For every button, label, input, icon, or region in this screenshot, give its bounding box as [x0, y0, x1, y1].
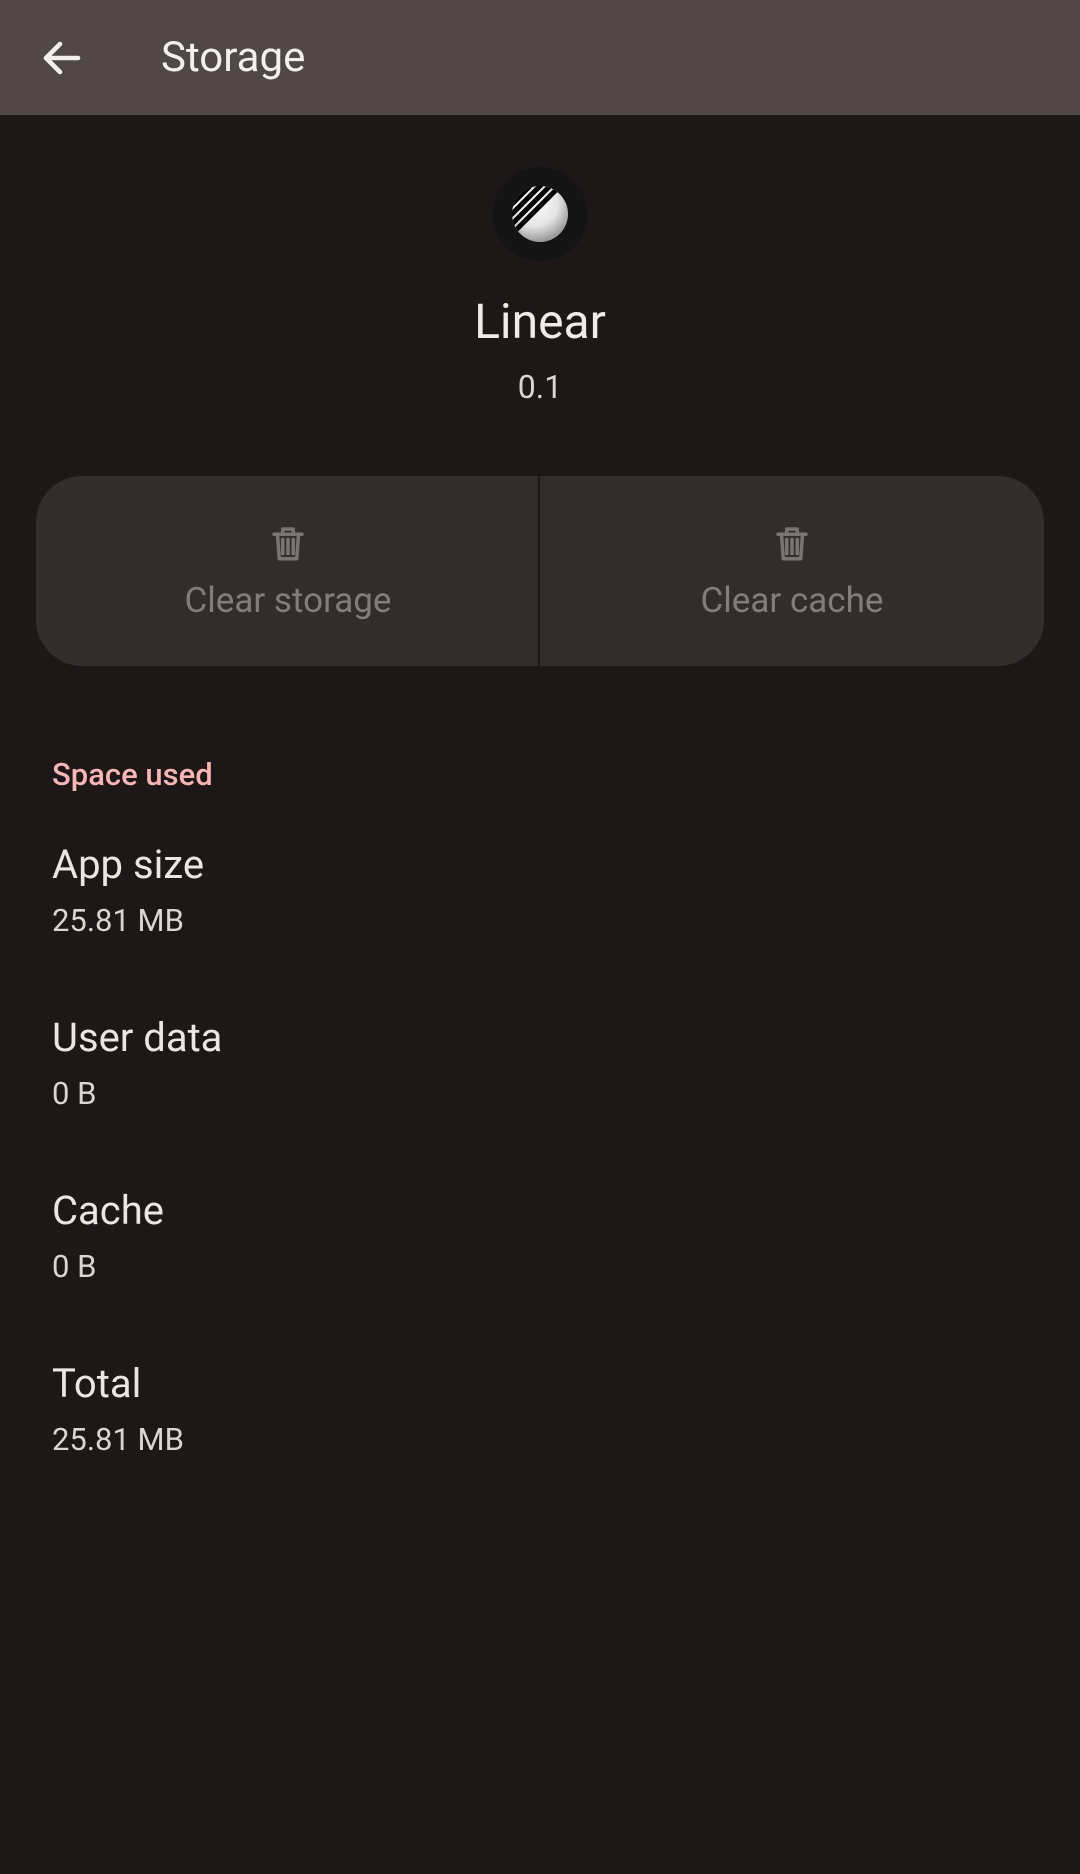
clear-cache-button[interactable]: Clear cache: [540, 476, 1044, 666]
list-item-total: Total 25.81 MB: [0, 1285, 1080, 1458]
list-item-value: 25.81 MB: [52, 1421, 1028, 1458]
list-item-user-data: User data 0 B: [0, 939, 1080, 1112]
app-version: 0.1: [518, 368, 562, 406]
action-buttons-row: Clear storage Clear cache: [36, 476, 1044, 666]
back-arrow-icon[interactable]: [38, 34, 86, 82]
list-item-title: Cache: [52, 1187, 1028, 1234]
trash-icon: [771, 522, 813, 564]
space-used-header: Space used: [0, 666, 1080, 793]
list-item-title: App size: [52, 841, 1028, 888]
page-title: Storage: [161, 33, 305, 82]
list-item-value: 25.81 MB: [52, 902, 1028, 939]
list-item-value: 0 B: [52, 1075, 1028, 1112]
linear-app-icon: [510, 184, 570, 244]
list-item-cache: Cache 0 B: [0, 1112, 1080, 1285]
app-bar: Storage: [0, 0, 1080, 115]
list-item-value: 0 B: [52, 1248, 1028, 1285]
clear-storage-label: Clear storage: [185, 580, 392, 621]
list-item-app-size: App size 25.81 MB: [0, 793, 1080, 939]
clear-storage-button[interactable]: Clear storage: [36, 476, 540, 666]
app-icon-container: [493, 167, 587, 261]
list-item-title: Total: [52, 1360, 1028, 1407]
app-name: Linear: [474, 293, 606, 350]
clear-cache-label: Clear cache: [701, 580, 884, 621]
trash-icon: [267, 522, 309, 564]
app-info-section: Linear 0.1: [0, 115, 1080, 406]
list-item-title: User data: [52, 1014, 1028, 1061]
